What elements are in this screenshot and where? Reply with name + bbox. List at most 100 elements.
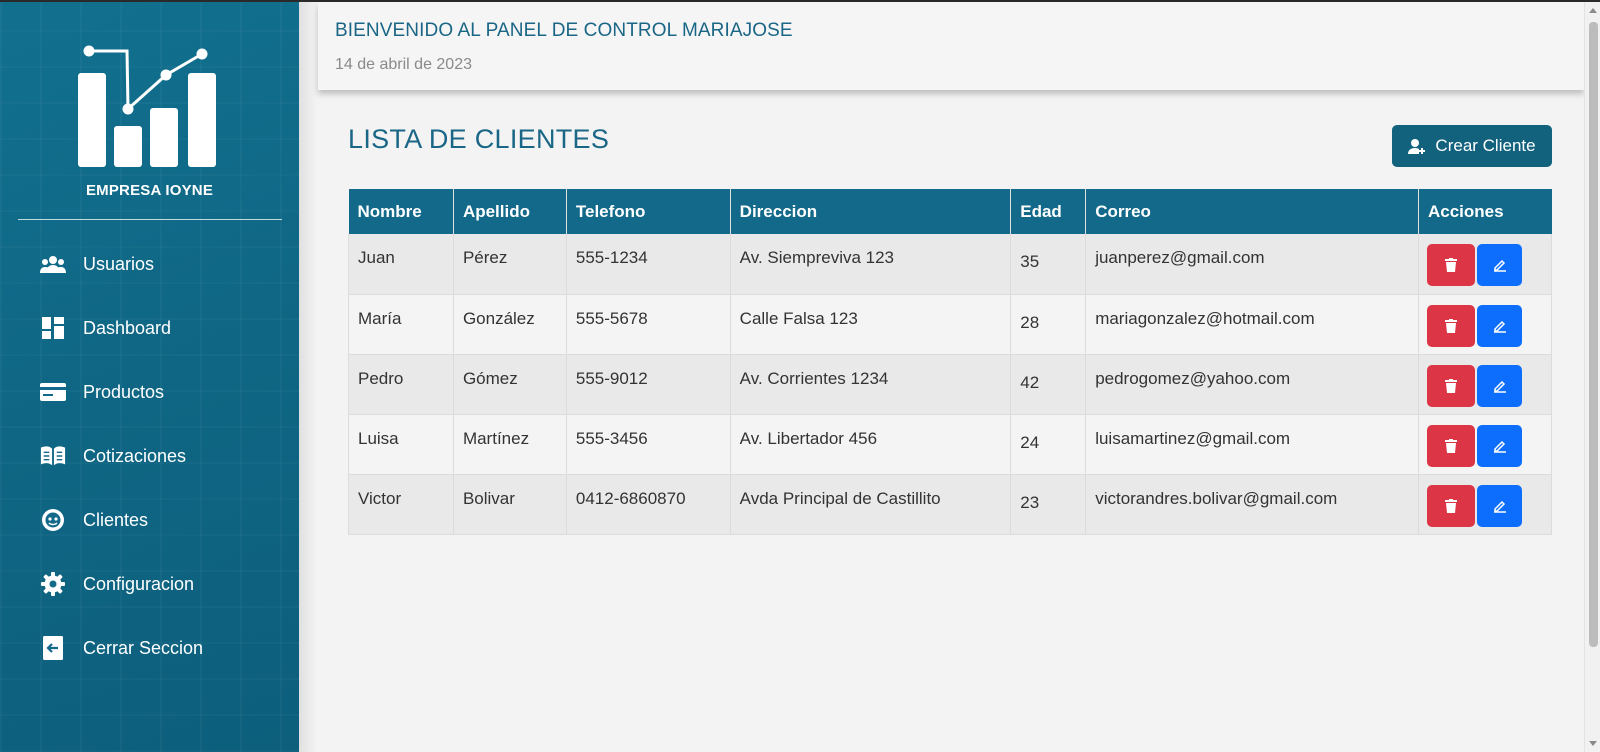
pencil-icon: [1493, 259, 1506, 272]
delete-button[interactable]: [1427, 484, 1475, 527]
trash-icon: [1445, 438, 1457, 453]
delete-button[interactable]: [1427, 364, 1475, 407]
create-client-label: Crear Cliente: [1435, 136, 1536, 155]
cell-nombre: Pedro: [348, 354, 454, 415]
sidebar-nav: Usuarios Dashboard Productos Cotizacione…: [0, 232, 299, 680]
cell-direccion: Avda Principal de Castillito: [730, 474, 1012, 535]
page-title: LISTA DE CLIENTES: [348, 124, 610, 154]
sidebar-item-label: Clientes: [83, 509, 149, 530]
gear-icon: [40, 571, 66, 597]
sidebar-item-clientes[interactable]: Clientes: [0, 488, 299, 552]
sidebar-item-configuracion[interactable]: Configuracion: [0, 552, 299, 616]
sidebar-item-label: Productos: [83, 381, 165, 402]
trash-icon: [1445, 318, 1457, 333]
sidebar-item-usuarios[interactable]: Usuarios: [0, 232, 299, 296]
edit-button[interactable]: [1477, 424, 1522, 467]
top-header: BIENVENIDO AL PANEL DE CONTROL MARIAJOSE…: [318, 2, 1584, 90]
pencil-icon: [1493, 320, 1506, 333]
cell-correo: victorandres.bolivar@gmail.com: [1085, 474, 1419, 535]
sidebar-item-productos[interactable]: Productos: [0, 360, 299, 424]
edit-button[interactable]: [1477, 244, 1522, 286]
delete-button[interactable]: [1427, 304, 1475, 347]
edit-button[interactable]: [1477, 364, 1522, 407]
sidebar-item-dashboard[interactable]: Dashboard: [0, 296, 299, 360]
cell-apellido: Martínez: [453, 414, 567, 475]
cell-acciones: [1418, 294, 1552, 355]
company-logo: [78, 45, 216, 167]
cell-direccion: Av. Libertador 456: [730, 414, 1012, 475]
delete-button[interactable]: [1427, 424, 1475, 467]
cell-edad: 28: [1010, 294, 1087, 355]
logout-icon: [40, 635, 66, 661]
dashboard-icon: [40, 315, 66, 341]
sidebar-item-label: Cotizaciones: [83, 445, 187, 466]
cell-edad: 23: [1010, 474, 1087, 535]
cell-acciones: [1418, 474, 1552, 535]
table-row: Juan Pérez 555-1234 Av. Siempreviva 123 …: [348, 234, 1552, 295]
current-date: 14 de abril de 2023: [335, 56, 472, 73]
column-header-acciones: Acciones: [1418, 189, 1552, 234]
table-row: Luisa Martínez 555-3456 Av. Libertador 4…: [348, 414, 1552, 475]
sidebar-divider: [18, 219, 282, 220]
cell-edad: 35: [1010, 234, 1087, 295]
cell-direccion: Av. Corrientes 1234: [730, 354, 1012, 415]
vertical-scrollbar[interactable]: [1584, 2, 1600, 752]
sidebar-item-label: Configuracion: [83, 573, 195, 594]
support-agent-icon: [40, 507, 66, 533]
company-name: EMPRESA IOYNE: [85, 182, 214, 199]
cell-nombre: Victor: [348, 474, 454, 535]
cell-telefono: 555-3456: [566, 414, 731, 475]
scrollbar-thumb[interactable]: [1589, 22, 1598, 647]
column-header-apellido: Apellido: [453, 189, 567, 234]
cell-nombre: Juan: [348, 234, 454, 295]
column-header-telefono: Telefono: [566, 189, 731, 234]
cell-apellido: Bolivar: [453, 474, 567, 535]
column-header-edad: Edad: [1010, 189, 1087, 234]
sidebar-item-cerrar-seccion[interactable]: Cerrar Seccion: [0, 616, 299, 680]
table-row: María González 555-5678 Calle Falsa 123 …: [348, 294, 1552, 355]
users-icon: [40, 251, 66, 277]
table-row: Pedro Gómez 555-9012 Av. Corrientes 1234…: [348, 354, 1552, 415]
scroll-down-arrow-icon[interactable]: [1589, 741, 1597, 746]
sidebar-item-label: Dashboard: [83, 317, 172, 338]
cell-correo: mariagonzalez@hotmail.com: [1085, 294, 1419, 355]
cell-telefono: 555-9012: [566, 354, 731, 415]
cell-telefono: 555-5678: [566, 294, 731, 355]
delete-button[interactable]: [1427, 244, 1475, 286]
cell-nombre: María: [348, 294, 454, 355]
cell-apellido: González: [453, 294, 567, 355]
cell-apellido: Pérez: [453, 234, 567, 295]
column-header-direccion: Direccion: [730, 189, 1012, 234]
trash-icon: [1445, 378, 1457, 393]
sidebar-shadow: [299, 2, 317, 752]
sidebar-item-label: Cerrar Seccion: [83, 637, 204, 658]
pencil-icon: [1493, 500, 1506, 513]
add-user-icon: [1408, 138, 1426, 155]
trash-icon: [1445, 498, 1457, 513]
sidebar-item-label: Usuarios: [83, 253, 155, 274]
cell-apellido: Gómez: [453, 354, 567, 415]
cell-nombre: Luisa: [348, 414, 454, 475]
cell-edad: 42: [1010, 354, 1087, 415]
column-header-correo: Correo: [1085, 189, 1419, 234]
trash-icon: [1445, 258, 1457, 272]
sidebar-item-cotizaciones[interactable]: Cotizaciones: [0, 424, 299, 488]
cell-edad: 24: [1010, 414, 1087, 475]
table-row: Victor Bolivar 0412-6860870 Avda Princip…: [348, 474, 1552, 535]
edit-button[interactable]: [1477, 304, 1522, 347]
welcome-title: BIENVENIDO AL PANEL DE CONTROL MARIAJOSE: [335, 20, 793, 41]
clients-table: Nombre Apellido Telefono Direccion Edad …: [348, 189, 1552, 535]
column-header-nombre: Nombre: [348, 189, 454, 234]
cell-correo: pedrogomez@yahoo.com: [1085, 354, 1419, 415]
edit-button[interactable]: [1477, 484, 1522, 527]
create-client-button[interactable]: Crear Cliente: [1392, 125, 1552, 167]
cell-correo: juanperez@gmail.com: [1085, 234, 1419, 295]
cell-direccion: Av. Siempreviva 123: [730, 234, 1012, 295]
credit-card-icon: [40, 379, 66, 405]
cell-direccion: Calle Falsa 123: [730, 294, 1012, 355]
scroll-up-arrow-icon[interactable]: [1589, 8, 1597, 13]
book-icon: [40, 443, 66, 469]
cell-acciones: [1418, 354, 1552, 415]
pencil-icon: [1493, 440, 1506, 453]
sidebar: EMPRESA IOYNE Usuarios Dashboard Product…: [0, 2, 299, 752]
